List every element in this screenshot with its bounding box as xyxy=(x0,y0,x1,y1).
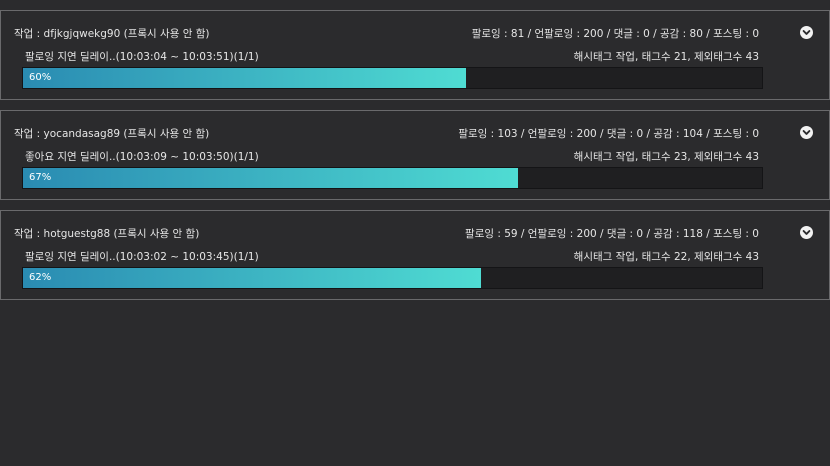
task-detail: 팔로잉 지연 딜레이..(10:03:02 ~ 10:03:45)(1/1) 해… xyxy=(25,249,759,265)
task-title: 작업 : hotguestg88 (프록시 사용 안 함) xyxy=(14,228,200,240)
task-panel: 작업 : yocandasag89 (프록시 사용 안 함) 팔로잉 : 103… xyxy=(0,110,830,200)
task-title: 작업 : dfjkgjqwekg90 (프록시 사용 안 함) xyxy=(14,28,210,40)
task-panel: 작업 : dfjkgjqwekg90 (프록시 사용 안 함) 팔로잉 : 81… xyxy=(0,10,830,100)
task-status: 팔로잉 지연 딜레이..(10:03:02 ~ 10:03:45)(1/1) xyxy=(25,251,259,263)
task-panel: 작업 : hotguestg88 (프록시 사용 안 함) 팔로잉 : 59 /… xyxy=(0,210,830,300)
expand-toggle-button[interactable] xyxy=(800,226,813,239)
progress-fill xyxy=(23,268,482,288)
chevron-down-icon xyxy=(802,30,811,35)
task-header: 작업 : dfjkgjqwekg90 (프록시 사용 안 함) 팔로잉 : 81… xyxy=(14,26,759,42)
progress-label: 62% xyxy=(29,272,52,283)
task-hashtag-info: 해시태그 작업, 태그수 23, 제외태그수 43 xyxy=(573,151,759,163)
progress-label: 60% xyxy=(29,72,52,83)
task-header: 작업 : yocandasag89 (프록시 사용 안 함) 팔로잉 : 103… xyxy=(14,126,759,142)
chevron-down-icon xyxy=(802,230,811,235)
progress-fill xyxy=(23,168,519,188)
progress-bar: 67% xyxy=(22,167,763,189)
task-detail: 팔로잉 지연 딜레이..(10:03:04 ~ 10:03:51)(1/1) 해… xyxy=(25,49,759,65)
task-title: 작업 : yocandasag89 (프록시 사용 안 함) xyxy=(14,128,210,140)
progress-bar: 60% xyxy=(22,67,763,89)
progress-bar: 62% xyxy=(22,267,763,289)
task-header: 작업 : hotguestg88 (프록시 사용 안 함) 팔로잉 : 59 /… xyxy=(14,226,759,242)
task-detail: 좋아요 지연 딜레이..(10:03:09 ~ 10:03:50)(1/1) 해… xyxy=(25,149,759,165)
progress-fill xyxy=(23,68,467,88)
expand-toggle-button[interactable] xyxy=(800,126,813,139)
task-stats: 팔로잉 : 103 / 언팔로잉 : 200 / 댓글 : 0 / 공감 : 1… xyxy=(458,128,759,140)
task-stats: 팔로잉 : 81 / 언팔로잉 : 200 / 댓글 : 0 / 공감 : 80… xyxy=(471,28,759,40)
task-status: 좋아요 지연 딜레이..(10:03:09 ~ 10:03:50)(1/1) xyxy=(25,151,259,163)
task-status: 팔로잉 지연 딜레이..(10:03:04 ~ 10:03:51)(1/1) xyxy=(25,51,259,63)
chevron-down-icon xyxy=(802,130,811,135)
task-stats: 팔로잉 : 59 / 언팔로잉 : 200 / 댓글 : 0 / 공감 : 11… xyxy=(465,228,759,240)
progress-label: 67% xyxy=(29,172,52,183)
expand-toggle-button[interactable] xyxy=(800,26,813,39)
task-hashtag-info: 해시태그 작업, 태그수 22, 제외태그수 43 xyxy=(573,251,759,263)
task-hashtag-info: 해시태그 작업, 태그수 21, 제외태그수 43 xyxy=(573,51,759,63)
